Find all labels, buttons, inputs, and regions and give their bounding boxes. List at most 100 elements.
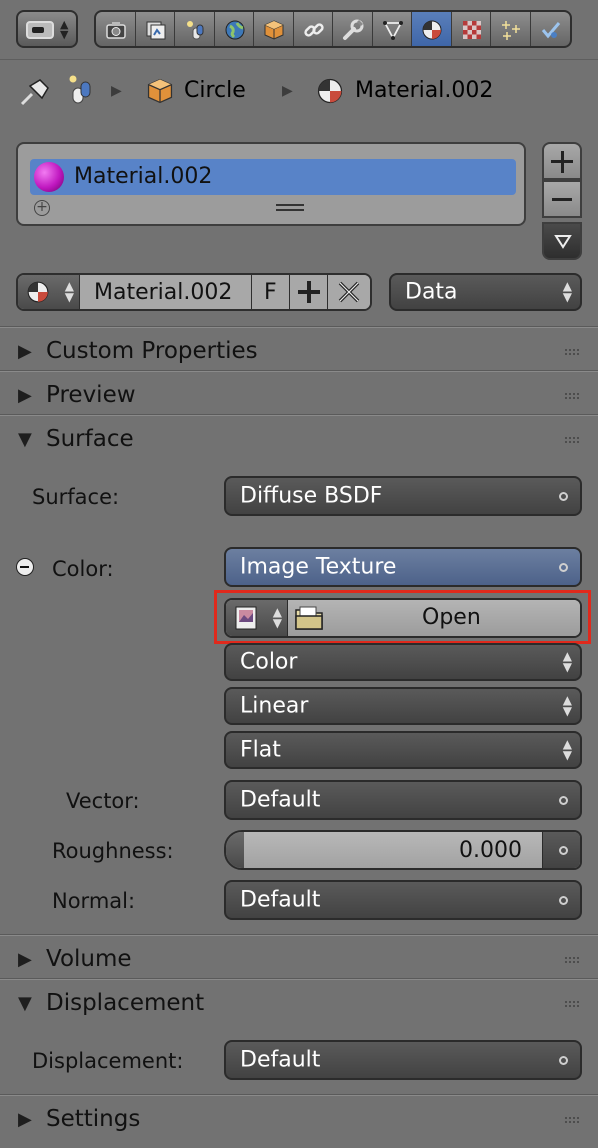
material-datablock: ▲ ▼ Material.002 F bbox=[16, 273, 372, 311]
surface-label: Surface: bbox=[32, 485, 120, 509]
dropdown-arrows-icon: ▲ ▼ bbox=[562, 279, 572, 304]
image-icon bbox=[235, 606, 257, 630]
resize-grip-icon[interactable] bbox=[276, 204, 304, 211]
mesh-data-icon bbox=[382, 21, 403, 40]
socket-icon bbox=[559, 796, 568, 805]
tab-object[interactable] bbox=[254, 12, 294, 46]
dropdown-arrows-icon: ▲ ▼ bbox=[272, 605, 282, 630]
color-input-node-button[interactable]: Image Texture bbox=[224, 547, 582, 587]
tab-render-layers[interactable] bbox=[136, 12, 175, 46]
open-image-button[interactable]: Open bbox=[288, 600, 580, 636]
panel-surface[interactable]: ▼ Surface bbox=[0, 415, 598, 459]
world-icon bbox=[225, 20, 244, 40]
editor-type-selector[interactable]: ▲ ▼ bbox=[16, 10, 78, 48]
browse-image-button[interactable]: ▲ ▼ bbox=[226, 600, 288, 636]
cube-icon bbox=[147, 78, 173, 104]
physics-icon bbox=[541, 22, 560, 39]
checker-texture-icon bbox=[462, 21, 481, 39]
drag-grip-icon[interactable] bbox=[564, 392, 580, 400]
scene-icon bbox=[187, 21, 204, 40]
open-label: Open bbox=[422, 605, 481, 630]
material-slot-list: Material.002 + bbox=[16, 142, 526, 226]
drag-grip-icon[interactable] bbox=[564, 1000, 580, 1008]
link-data-value: Data bbox=[405, 279, 458, 305]
tab-render[interactable] bbox=[96, 12, 136, 46]
socket-icon bbox=[559, 896, 568, 905]
fake-user-button[interactable]: F bbox=[252, 275, 290, 309]
panel-volume[interactable]: ▶ Volume bbox=[0, 935, 598, 979]
displacement-input-button[interactable]: Default bbox=[224, 1040, 582, 1080]
tab-material[interactable] bbox=[412, 12, 452, 46]
list-item[interactable]: Material.002 bbox=[30, 159, 516, 195]
link-icon bbox=[303, 23, 324, 37]
roughness-slider[interactable]: 0.000 bbox=[244, 832, 542, 868]
roughness-value: 0.000 bbox=[459, 838, 522, 863]
material-icon bbox=[422, 20, 442, 40]
dropdown-arrows-icon: ▲ ▼ bbox=[562, 737, 572, 762]
surface-shader-value: Diffuse BSDF bbox=[240, 483, 383, 509]
properties-header: ▲ ▼ bbox=[0, 0, 598, 60]
tab-texture[interactable] bbox=[452, 12, 491, 46]
panel-custom-properties[interactable]: ▶ Custom Properties bbox=[0, 327, 598, 371]
drag-grip-icon[interactable] bbox=[564, 436, 580, 444]
color-space-dropdown[interactable]: Color ▲ ▼ bbox=[224, 643, 582, 681]
tab-data[interactable] bbox=[373, 12, 412, 46]
cube-icon bbox=[264, 20, 284, 40]
socket-icon bbox=[559, 846, 568, 855]
normal-input-button[interactable]: Default bbox=[224, 880, 582, 920]
drag-grip-icon[interactable] bbox=[564, 956, 580, 964]
scene-icon bbox=[69, 75, 91, 104]
panel-preview[interactable]: ▶ Preview bbox=[0, 371, 598, 415]
drag-grip-icon[interactable] bbox=[564, 1116, 580, 1124]
tab-modifiers[interactable] bbox=[333, 12, 373, 46]
unlink-material-button[interactable] bbox=[328, 275, 370, 309]
expand-arrow-icon: ▶ bbox=[18, 385, 32, 406]
panel-title: Volume bbox=[46, 946, 132, 972]
tab-world[interactable] bbox=[215, 12, 254, 46]
projection-dropdown[interactable]: Flat ▲ ▼ bbox=[224, 731, 582, 769]
add-material-slot-button[interactable] bbox=[542, 142, 582, 180]
material-icon bbox=[27, 281, 49, 303]
slot-specials-button[interactable] bbox=[542, 222, 582, 260]
panel-title: Displacement bbox=[46, 990, 205, 1016]
interpolation-dropdown[interactable]: Linear ▲ ▼ bbox=[224, 687, 582, 725]
panel-title: Settings bbox=[46, 1106, 141, 1132]
vector-input-button[interactable]: Default bbox=[224, 780, 582, 820]
browse-material-button[interactable]: ▲ ▼ bbox=[18, 275, 80, 309]
close-icon bbox=[338, 281, 360, 303]
new-material-button[interactable] bbox=[290, 275, 328, 309]
expand-arrow-icon: ▶ bbox=[18, 949, 32, 970]
roughness-socket-button[interactable] bbox=[542, 832, 580, 868]
interpolation-value: Linear bbox=[240, 693, 309, 719]
socket-icon bbox=[559, 492, 568, 501]
panel-displacement[interactable]: ▼ Displacement bbox=[0, 979, 598, 1023]
roughness-label: Roughness: bbox=[52, 839, 174, 863]
collapse-arrow-icon: ▼ bbox=[18, 429, 32, 450]
tab-particles[interactable] bbox=[491, 12, 531, 46]
breadcrumb-object: Circle bbox=[184, 78, 246, 103]
tab-scene[interactable] bbox=[175, 12, 215, 46]
pin-icon[interactable] bbox=[18, 78, 50, 106]
tab-physics[interactable] bbox=[531, 12, 571, 46]
link-data-dropdown[interactable]: Data ▲ ▼ bbox=[389, 273, 582, 311]
render-layers-icon bbox=[146, 21, 165, 40]
chevron-down-icon bbox=[554, 235, 572, 249]
material-name-field[interactable]: Material.002 bbox=[80, 275, 252, 309]
collapse-node-icon[interactable] bbox=[16, 558, 34, 576]
add-slot-icon[interactable]: + bbox=[34, 200, 50, 216]
camera-icon bbox=[106, 22, 126, 39]
color-input-node-value: Image Texture bbox=[240, 554, 397, 580]
remove-material-slot-button[interactable] bbox=[542, 180, 582, 218]
panel-settings[interactable]: ▶ Settings bbox=[0, 1095, 598, 1139]
tab-constraints[interactable] bbox=[294, 12, 333, 46]
particles-icon bbox=[502, 21, 520, 40]
slot-name: Material.002 bbox=[74, 164, 213, 189]
material-preview-icon bbox=[34, 162, 64, 192]
wrench-icon bbox=[343, 19, 364, 40]
folder-icon bbox=[295, 606, 323, 630]
vector-value: Default bbox=[240, 787, 321, 813]
surface-shader-button[interactable]: Diffuse BSDF bbox=[224, 476, 582, 516]
dropdown-arrows-icon: ▲ ▼ bbox=[562, 693, 572, 718]
drag-grip-icon[interactable] bbox=[564, 348, 580, 356]
vector-label: Vector: bbox=[66, 789, 140, 813]
